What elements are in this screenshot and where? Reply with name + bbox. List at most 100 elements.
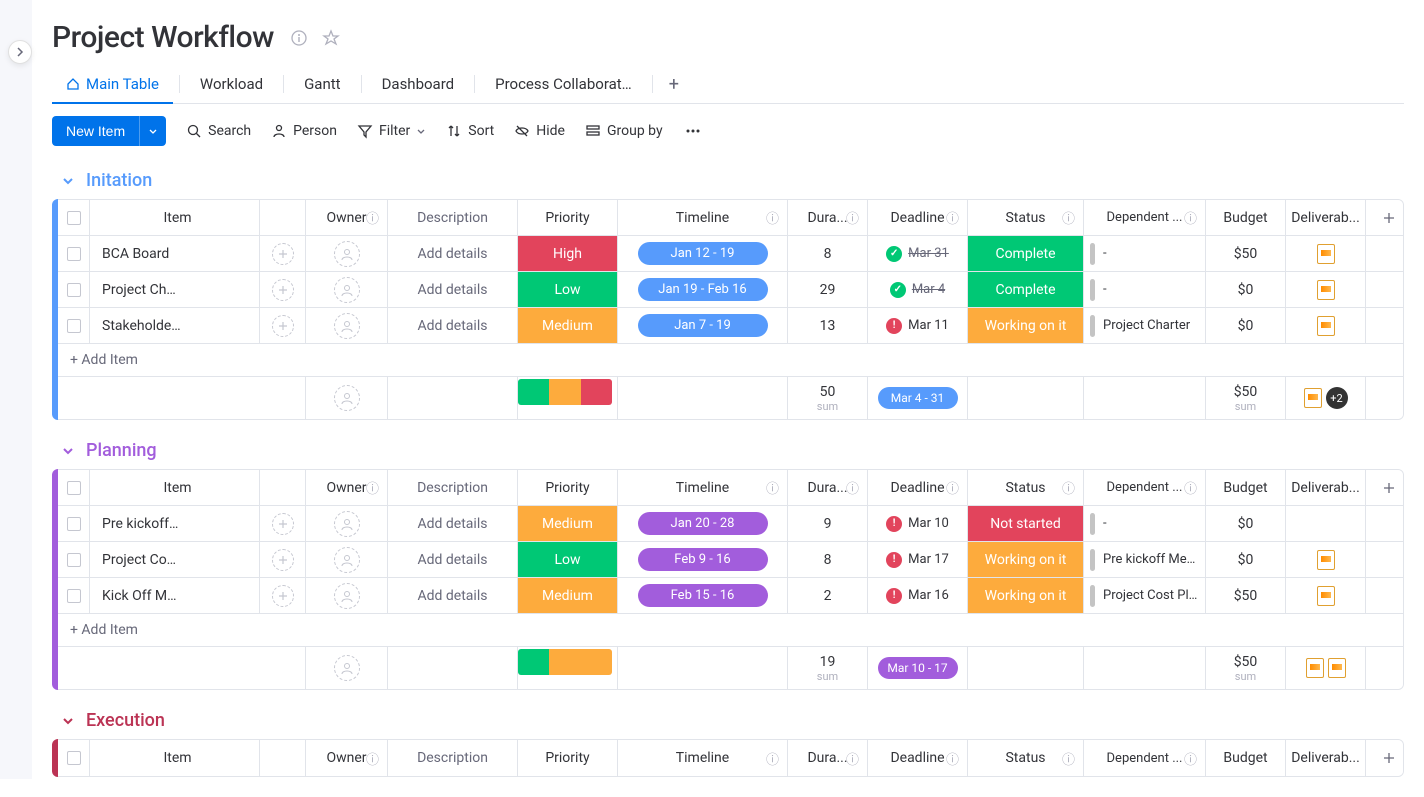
budget-cell[interactable]: $50 <box>1206 578 1286 613</box>
priority-cell[interactable]: Medium <box>518 578 618 613</box>
status-cell[interactable]: Working on it <box>968 578 1084 613</box>
deadline-cell[interactable]: ✓Mar 4 <box>868 272 968 307</box>
group-collapse-button[interactable] <box>60 173 76 189</box>
hide-button[interactable]: Hide <box>514 123 565 139</box>
tab-process-collab[interactable]: Process Collaborat… <box>481 65 646 103</box>
col-budget[interactable]: Budget <box>1206 470 1286 505</box>
col-dependent[interactable]: Dependent ...ⓘ <box>1084 200 1206 235</box>
deadline-cell[interactable]: ✓Mar 31 <box>868 236 968 271</box>
info-icon[interactable]: ⓘ <box>1184 478 1197 497</box>
owner-avatar[interactable] <box>334 241 360 267</box>
col-priority[interactable]: Priority <box>518 470 618 505</box>
status-cell[interactable]: Working on it <box>968 542 1084 577</box>
owner-avatar[interactable] <box>334 313 360 339</box>
row-checkbox[interactable] <box>67 553 81 567</box>
add-item-row[interactable]: + Add Item <box>58 344 1403 377</box>
deadline-cell[interactable]: !Mar 10 <box>868 506 968 541</box>
status-cell[interactable]: Working on it <box>968 308 1084 343</box>
duration-cell[interactable]: 2 <box>788 578 868 613</box>
priority-cell[interactable]: Medium <box>518 506 618 541</box>
deliverable-cell[interactable] <box>1286 272 1366 307</box>
col-description[interactable]: Description <box>388 470 518 505</box>
priority-cell[interactable]: Medium <box>518 308 618 343</box>
owner-avatar[interactable] <box>334 511 360 537</box>
info-icon[interactable]: ⓘ <box>366 478 379 497</box>
group-collapse-button[interactable] <box>60 713 76 729</box>
budget-cell[interactable]: $0 <box>1206 542 1286 577</box>
col-owner[interactable]: Ownerⓘ <box>306 740 388 776</box>
info-icon[interactable]: ⓘ <box>366 208 379 227</box>
group-title[interactable]: Planning <box>86 440 157 461</box>
info-icon[interactable]: ⓘ <box>946 749 959 768</box>
info-icon[interactable]: ⓘ <box>766 208 779 227</box>
sidebar-expand-button[interactable] <box>8 40 32 64</box>
item-name-cell[interactable]: Stakeholde… <box>90 308 260 343</box>
duration-cell[interactable]: 29 <box>788 272 868 307</box>
expand-item-button[interactable] <box>272 279 294 301</box>
col-timeline[interactable]: Timelineⓘ <box>618 740 788 776</box>
col-status[interactable]: Statusⓘ <box>968 740 1084 776</box>
add-column-button[interactable] <box>1366 740 1404 776</box>
col-deliverable[interactable]: Deliverab... <box>1286 470 1366 505</box>
col-duration[interactable]: Dura...ⓘ <box>788 740 868 776</box>
duration-cell[interactable]: 9 <box>788 506 868 541</box>
col-status[interactable]: Statusⓘ <box>968 200 1084 235</box>
description-cell[interactable]: Add details <box>388 308 518 343</box>
col-item[interactable]: Item <box>90 470 260 505</box>
filter-button[interactable]: Filter <box>357 123 426 139</box>
tab-main-table[interactable]: Main Table <box>52 65 173 103</box>
description-cell[interactable]: Add details <box>388 272 518 307</box>
dependent-cell[interactable]: - <box>1084 272 1206 307</box>
group-collapse-button[interactable] <box>60 443 76 459</box>
timeline-cell[interactable]: Jan 12 - 19 <box>618 236 788 271</box>
file-icon[interactable] <box>1306 658 1324 678</box>
duration-cell[interactable]: 8 <box>788 236 868 271</box>
priority-cell[interactable]: Low <box>518 272 618 307</box>
priority-cell[interactable]: Low <box>518 542 618 577</box>
priority-cell[interactable]: High <box>518 236 618 271</box>
col-duration[interactable]: Dura...ⓘ <box>788 470 868 505</box>
info-icon[interactable] <box>290 29 308 47</box>
deadline-cell[interactable]: !Mar 11 <box>868 308 968 343</box>
expand-item-button[interactable] <box>272 549 294 571</box>
row-checkbox[interactable] <box>67 247 81 261</box>
col-status[interactable]: Statusⓘ <box>968 470 1084 505</box>
col-priority[interactable]: Priority <box>518 740 618 776</box>
info-icon[interactable]: ⓘ <box>366 749 379 768</box>
select-all-checkbox[interactable] <box>67 751 81 765</box>
deliverable-cell[interactable] <box>1286 236 1366 271</box>
sort-button[interactable]: Sort <box>446 123 494 139</box>
item-name-cell[interactable]: Pre kickoff… <box>90 506 260 541</box>
timeline-cell[interactable]: Feb 15 - 16 <box>618 578 788 613</box>
col-deliverable[interactable]: Deliverab... <box>1286 200 1366 235</box>
col-deadline[interactable]: Deadlineⓘ <box>868 200 968 235</box>
file-icon[interactable] <box>1304 388 1322 408</box>
col-dependent[interactable]: Dependent ...ⓘ <box>1084 740 1206 776</box>
info-icon[interactable]: ⓘ <box>1184 208 1197 227</box>
more-options-button[interactable] <box>683 123 703 139</box>
item-name-cell[interactable]: Kick Off M… <box>90 578 260 613</box>
col-owner[interactable]: Ownerⓘ <box>306 470 388 505</box>
add-column-button[interactable] <box>1366 200 1404 235</box>
item-name-cell[interactable]: Project Co… <box>90 542 260 577</box>
deadline-cell[interactable]: !Mar 17 <box>868 542 968 577</box>
row-checkbox[interactable] <box>67 283 81 297</box>
new-item-dropdown[interactable] <box>139 116 166 146</box>
row-checkbox[interactable] <box>67 319 81 333</box>
deliverable-cell[interactable] <box>1286 578 1366 613</box>
file-icon[interactable] <box>1317 316 1335 336</box>
description-cell[interactable]: Add details <box>388 578 518 613</box>
col-item[interactable]: Item <box>90 200 260 235</box>
tab-gantt[interactable]: Gantt <box>290 65 354 103</box>
dependent-cell[interactable]: Pre kickoff Mee… <box>1084 542 1206 577</box>
info-icon[interactable]: ⓘ <box>1062 749 1075 768</box>
info-icon[interactable]: ⓘ <box>846 749 859 768</box>
tab-dashboard[interactable]: Dashboard <box>368 65 469 103</box>
info-icon[interactable]: ⓘ <box>846 208 859 227</box>
owner-avatar[interactable] <box>334 583 360 609</box>
budget-cell[interactable]: $50 <box>1206 236 1286 271</box>
budget-cell[interactable]: $0 <box>1206 272 1286 307</box>
person-filter-button[interactable]: Person <box>271 123 337 139</box>
duration-cell[interactable]: 13 <box>788 308 868 343</box>
search-button[interactable]: Search <box>186 123 251 139</box>
